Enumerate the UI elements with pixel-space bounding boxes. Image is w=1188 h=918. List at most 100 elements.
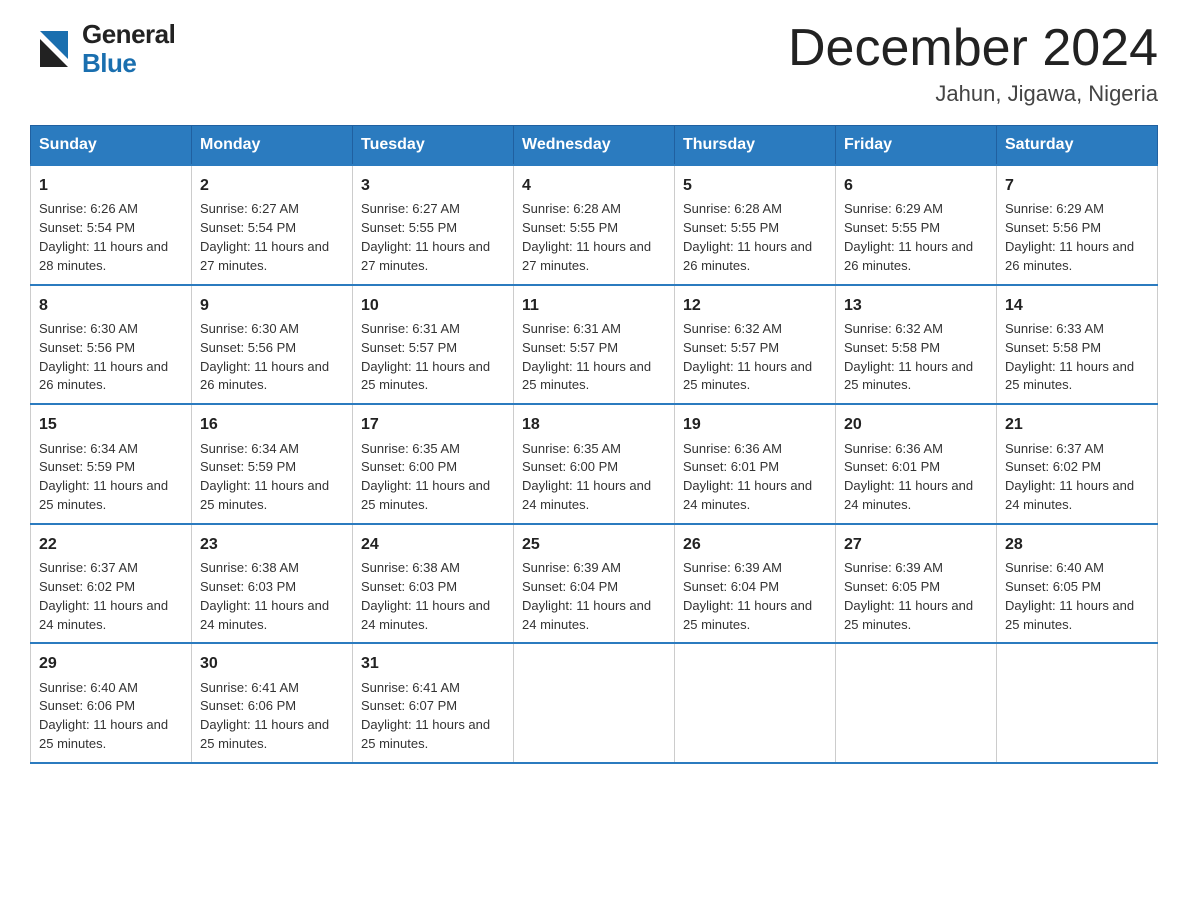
day-number: 17 xyxy=(361,413,505,436)
table-row: 23Sunrise: 6:38 AMSunset: 6:03 PMDayligh… xyxy=(192,524,353,644)
calendar-week-row: 22 Sunrise: 6:37 AMSunset: 6:02 PMDayligh… xyxy=(31,524,1158,644)
day-info: Sunrise: 6:39 AMSunset: 6:04 PMDaylight:… xyxy=(522,559,666,634)
day-info: Sunrise: 6:30 AMSunset: 5:56 PMDaylight:… xyxy=(39,320,183,395)
day-info: Sunrise: 6:29 AMSunset: 5:56 PMDaylight:… xyxy=(1005,200,1149,275)
day-number: 16 xyxy=(200,413,344,436)
day-info: Sunrise: 6:27 AMSunset: 5:55 PMDaylight:… xyxy=(361,200,505,275)
table-row: 2Sunrise: 6:27 AMSunset: 5:54 PMDaylight… xyxy=(192,165,353,285)
day-number: 31 xyxy=(361,652,505,675)
table-row xyxy=(997,643,1158,763)
table-row: 14 Sunrise: 6:33 AMSunset: 5:58 PMDayligh… xyxy=(997,285,1158,405)
table-row: 31 Sunrise: 6:41 AMSunset: 6:07 PMDayligh… xyxy=(353,643,514,763)
calendar-week-row: 29 Sunrise: 6:40 AMSunset: 6:06 PMDayligh… xyxy=(31,643,1158,763)
day-number: 7 xyxy=(1005,174,1149,197)
day-info: Sunrise: 6:28 AMSunset: 5:55 PMDaylight:… xyxy=(522,200,666,275)
table-row: 21 Sunrise: 6:37 AMSunset: 6:02 PMDayligh… xyxy=(997,404,1158,524)
day-info: Sunrise: 6:35 AMSunset: 6:00 PMDaylight:… xyxy=(361,440,505,515)
page-header: General Blue December 2024 Jahun, Jigawa… xyxy=(30,20,1158,107)
calendar-table: Sunday Monday Tuesday Wednesday Thursday… xyxy=(30,125,1158,764)
day-info: Sunrise: 6:33 AMSunset: 5:58 PMDaylight:… xyxy=(1005,320,1149,395)
col-monday: Monday xyxy=(192,126,353,166)
logo-icon xyxy=(30,23,78,75)
calendar-header-row: Sunday Monday Tuesday Wednesday Thursday… xyxy=(31,126,1158,166)
table-row: 25 Sunrise: 6:39 AMSunset: 6:04 PMDayligh… xyxy=(514,524,675,644)
table-row: 27 Sunrise: 6:39 AMSunset: 6:05 PMDayligh… xyxy=(836,524,997,644)
table-row: 6Sunrise: 6:29 AMSunset: 5:55 PMDaylight… xyxy=(836,165,997,285)
col-wednesday: Wednesday xyxy=(514,126,675,166)
table-row: 19 Sunrise: 6:36 AMSunset: 6:01 PMDayligh… xyxy=(675,404,836,524)
table-row: 30 Sunrise: 6:41 AMSunset: 6:06 PMDayligh… xyxy=(192,643,353,763)
day-info: Sunrise: 6:30 AMSunset: 5:56 PMDaylight:… xyxy=(200,320,344,395)
table-row: 16 Sunrise: 6:34 AMSunset: 5:59 PMDayligh… xyxy=(192,404,353,524)
day-number: 4 xyxy=(522,174,666,197)
table-row: 3 Sunrise: 6:27 AMSunset: 5:55 PMDaylight… xyxy=(353,165,514,285)
day-number: 28 xyxy=(1005,533,1149,556)
day-number: 13 xyxy=(844,294,988,317)
day-info: Sunrise: 6:34 AMSunset: 5:59 PMDaylight:… xyxy=(200,440,344,515)
day-info: Sunrise: 6:40 AMSunset: 6:06 PMDaylight:… xyxy=(39,679,183,754)
day-info: Sunrise: 6:39 AMSunset: 6:05 PMDaylight:… xyxy=(844,559,988,634)
table-row: 13Sunrise: 6:32 AMSunset: 5:58 PMDayligh… xyxy=(836,285,997,405)
day-number: 2 xyxy=(200,174,344,197)
table-row: 7 Sunrise: 6:29 AMSunset: 5:56 PMDaylight… xyxy=(997,165,1158,285)
day-number: 3 xyxy=(361,174,505,197)
day-info: Sunrise: 6:37 AMSunset: 6:02 PMDaylight:… xyxy=(39,559,183,634)
table-row xyxy=(675,643,836,763)
day-number: 26 xyxy=(683,533,827,556)
table-row: 8Sunrise: 6:30 AMSunset: 5:56 PMDaylight… xyxy=(31,285,192,405)
col-thursday: Thursday xyxy=(675,126,836,166)
day-number: 27 xyxy=(844,533,988,556)
day-info: Sunrise: 6:34 AMSunset: 5:59 PMDaylight:… xyxy=(39,440,183,515)
day-info: Sunrise: 6:40 AMSunset: 6:05 PMDaylight:… xyxy=(1005,559,1149,634)
day-number: 25 xyxy=(522,533,666,556)
day-number: 29 xyxy=(39,652,183,675)
day-info: Sunrise: 6:31 AMSunset: 5:57 PMDaylight:… xyxy=(361,320,505,395)
day-info: Sunrise: 6:41 AMSunset: 6:06 PMDaylight:… xyxy=(200,679,344,754)
col-friday: Friday xyxy=(836,126,997,166)
day-number: 12 xyxy=(683,294,827,317)
logo-text: General Blue xyxy=(82,20,175,77)
logo: General Blue xyxy=(30,20,175,77)
table-row: 28 Sunrise: 6:40 AMSunset: 6:05 PMDayligh… xyxy=(997,524,1158,644)
table-row xyxy=(836,643,997,763)
col-saturday: Saturday xyxy=(997,126,1158,166)
day-info: Sunrise: 6:35 AMSunset: 6:00 PMDaylight:… xyxy=(522,440,666,515)
day-info: Sunrise: 6:32 AMSunset: 5:57 PMDaylight:… xyxy=(683,320,827,395)
day-number: 20 xyxy=(844,413,988,436)
day-number: 21 xyxy=(1005,413,1149,436)
table-row: 17 Sunrise: 6:35 AMSunset: 6:00 PMDayligh… xyxy=(353,404,514,524)
logo-svg xyxy=(30,23,78,75)
day-info: Sunrise: 6:28 AMSunset: 5:55 PMDaylight:… xyxy=(683,200,827,275)
table-row: 10 Sunrise: 6:31 AMSunset: 5:57 PMDayligh… xyxy=(353,285,514,405)
table-row: 4 Sunrise: 6:28 AMSunset: 5:55 PMDaylight… xyxy=(514,165,675,285)
table-row: 9 Sunrise: 6:30 AMSunset: 5:56 PMDaylight… xyxy=(192,285,353,405)
table-row: 20Sunrise: 6:36 AMSunset: 6:01 PMDayligh… xyxy=(836,404,997,524)
day-number: 19 xyxy=(683,413,827,436)
table-row: 15Sunrise: 6:34 AMSunset: 5:59 PMDayligh… xyxy=(31,404,192,524)
col-tuesday: Tuesday xyxy=(353,126,514,166)
day-info: Sunrise: 6:36 AMSunset: 6:01 PMDaylight:… xyxy=(683,440,827,515)
day-number: 9 xyxy=(200,294,344,317)
day-info: Sunrise: 6:26 AMSunset: 5:54 PMDaylight:… xyxy=(39,200,183,275)
day-number: 24 xyxy=(361,533,505,556)
day-info: Sunrise: 6:39 AMSunset: 6:04 PMDaylight:… xyxy=(683,559,827,634)
day-number: 18 xyxy=(522,413,666,436)
table-row: 24Sunrise: 6:38 AMSunset: 6:03 PMDayligh… xyxy=(353,524,514,644)
title-block: December 2024 Jahun, Jigawa, Nigeria xyxy=(788,20,1158,107)
table-row: 26 Sunrise: 6:39 AMSunset: 6:04 PMDayligh… xyxy=(675,524,836,644)
day-number: 30 xyxy=(200,652,344,675)
day-number: 22 xyxy=(39,533,183,556)
day-info: Sunrise: 6:41 AMSunset: 6:07 PMDaylight:… xyxy=(361,679,505,754)
table-row: 12 Sunrise: 6:32 AMSunset: 5:57 PMDayligh… xyxy=(675,285,836,405)
day-number: 6 xyxy=(844,174,988,197)
day-info: Sunrise: 6:37 AMSunset: 6:02 PMDaylight:… xyxy=(1005,440,1149,515)
col-sunday: Sunday xyxy=(31,126,192,166)
day-number: 10 xyxy=(361,294,505,317)
table-row: 18 Sunrise: 6:35 AMSunset: 6:00 PMDayligh… xyxy=(514,404,675,524)
day-number: 14 xyxy=(1005,294,1149,317)
day-number: 5 xyxy=(683,174,827,197)
month-title: December 2024 xyxy=(788,20,1158,77)
logo-blue-text: Blue xyxy=(82,49,175,78)
table-row: 1Sunrise: 6:26 AMSunset: 5:54 PMDaylight… xyxy=(31,165,192,285)
day-number: 23 xyxy=(200,533,344,556)
